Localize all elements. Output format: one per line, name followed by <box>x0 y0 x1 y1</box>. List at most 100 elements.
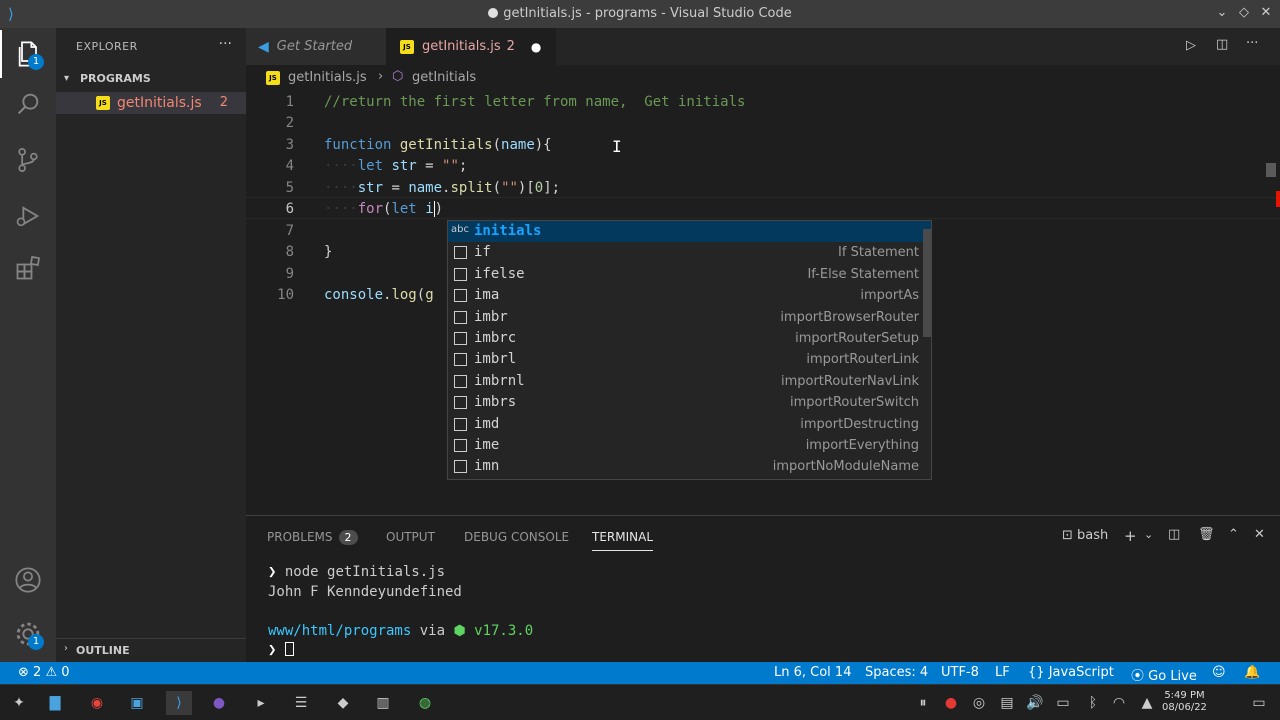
notifications-icon[interactable]: 🔔 <box>1244 665 1260 680</box>
suggestion-item[interactable]: ima importAs <box>448 285 931 306</box>
snippet-icon <box>454 310 467 324</box>
close-panel-icon[interactable]: ✕ <box>1254 527 1265 542</box>
explorer-activity[interactable]: 1 <box>0 30 56 78</box>
number: 0 <box>534 180 544 196</box>
show-desktop-icon[interactable]: ▭ <box>1246 691 1272 715</box>
tab-debug-console[interactable]: DEBUG CONSOLE <box>464 530 569 544</box>
code-line-3: function getInitials(name){ <box>324 137 552 153</box>
suggestion-item[interactable]: imbrc importRouterSetup <box>448 328 931 349</box>
new-terminal-icon[interactable]: + <box>1124 527 1137 545</box>
suggestion-item[interactable]: imd importDestructing <box>448 414 931 435</box>
unsaved-dot-icon <box>488 8 499 18</box>
more-actions-button[interactable]: ··· <box>219 36 232 52</box>
editor-more-icon[interactable]: ··· <box>1246 36 1258 51</box>
suggestion-item[interactable]: imn importNoModuleName <box>448 456 931 477</box>
file-item-getinitials[interactable]: JS getInitials.js 2 <box>56 92 246 114</box>
terminal-line-output: John F Kenndeyundefined <box>268 584 462 600</box>
js-file-icon: JS <box>400 39 414 54</box>
manage-activity[interactable]: 1 <box>0 610 56 658</box>
breadcrumb-file[interactable]: getInitials.js <box>288 70 367 85</box>
media-icon[interactable]: ▥ <box>370 691 396 715</box>
suggestion-detail: If-Else Statement <box>807 266 919 282</box>
programs-folder-header[interactable]: ▾ PROGRAMS <box>56 68 246 90</box>
suggestion-detail: importRouterSwitch <box>790 395 919 411</box>
suggestion-item[interactable]: imbr importBrowserRouter <box>448 307 931 328</box>
minimize-button[interactable]: ⌄ <box>1213 5 1231 23</box>
vscode-taskbar-icon[interactable]: ⟩ <box>166 691 192 715</box>
chevron-down-icon[interactable]: ⌄ <box>1144 528 1153 541</box>
encoding[interactable]: UTF-8 <box>941 665 979 680</box>
volume-icon[interactable]: 🔊 <box>1022 691 1048 715</box>
search-activity[interactable] <box>0 80 56 128</box>
shell-name: bash <box>1077 528 1109 543</box>
clipboard-icon[interactable]: ▤ <box>994 691 1020 715</box>
tab-problem-count: 2 <box>506 39 515 54</box>
indentation[interactable]: Spaces: 4 <box>865 665 928 680</box>
app-icon[interactable]: ◍ <box>412 691 438 715</box>
outline-section[interactable]: › OUTLINE <box>56 638 246 662</box>
battery-icon[interactable]: ▭ <box>1050 691 1076 715</box>
trash-icon[interactable]: 🗑 <box>1198 527 1215 542</box>
suggestion-scrollbar[interactable] <box>923 229 931 337</box>
window-title: getInitials.js - programs - Visual Studi… <box>0 6 1280 21</box>
suggestion-item[interactable]: abc initials <box>448 221 931 243</box>
tab-get-started[interactable]: ◀ Get Started <box>246 28 386 65</box>
suggestion-label: imbrnl <box>474 372 525 389</box>
suggestion-item[interactable]: ifelse If-Else Statement <box>448 264 931 285</box>
suggestion-item[interactable]: ime importEverything <box>448 435 931 456</box>
explorer-sidebar: EXPLORER ··· ▾ PROGRAMS JS getInitials.j… <box>56 28 246 662</box>
wifi-icon[interactable]: ◠ <box>1106 691 1132 715</box>
maximize-panel-icon[interactable]: ⌃ <box>1228 527 1239 542</box>
close-window-button[interactable]: ✕ <box>1257 5 1275 23</box>
recorder-icon[interactable]: ◆ <box>330 691 356 715</box>
terminal-taskbar-icon[interactable]: ▸ <box>248 691 274 715</box>
browser-icon[interactable]: ● <box>206 691 232 715</box>
tab-problems[interactable]: PROBLEMS 2 <box>267 530 358 545</box>
terminal-via: via <box>419 623 446 639</box>
unsaved-dot-icon[interactable]: ● <box>531 40 541 54</box>
run-debug-activity[interactable] <box>0 192 56 240</box>
app-launcher-icon[interactable]: ✦ <box>6 691 32 715</box>
window-title-text: getInitials.js - programs - Visual Studi… <box>503 6 792 21</box>
problems-status[interactable]: ⊗ 2 ⚠ 0 <box>18 665 70 680</box>
source-control-activity[interactable] <box>0 136 56 184</box>
breadcrumb-symbol[interactable]: getInitials <box>412 70 476 85</box>
accounts-activity[interactable] <box>0 556 56 604</box>
brace: } <box>324 244 333 260</box>
record-icon[interactable]: ● <box>938 691 964 715</box>
end-of-line[interactable]: LF <box>995 665 1010 680</box>
tab-output[interactable]: OUTPUT <box>386 530 435 544</box>
warning-icon: ⚠ <box>45 665 58 680</box>
tab-getinitials[interactable]: JS getInitials.js 2 ● <box>386 28 556 65</box>
suggestion-item[interactable]: imbrnl importRouterNavLink <box>448 371 931 392</box>
file-manager-icon[interactable]: ▇ <box>42 691 68 715</box>
terminal-cursor <box>284 642 294 656</box>
chrome-icon[interactable]: ◉ <box>84 691 110 715</box>
pause-icon[interactable]: ⏸ <box>910 691 936 715</box>
language-mode[interactable]: {} JavaScript <box>1028 665 1114 680</box>
scrollbar-thumb[interactable] <box>1266 163 1276 177</box>
tasks-icon[interactable]: ☰ <box>288 691 314 715</box>
tab-terminal[interactable]: TERMINAL <box>592 530 654 551</box>
run-file-icon[interactable]: ▷ <box>1186 38 1196 53</box>
clock[interactable]: 5:49 PM 08/06/22 <box>1162 690 1207 714</box>
maximize-button[interactable]: ◇ <box>1235 5 1253 23</box>
split-terminal-icon[interactable]: ◫ <box>1168 527 1180 542</box>
suggestion-item[interactable]: imbrl importRouterLink <box>448 349 931 370</box>
split-editor-icon[interactable]: ◫ <box>1216 37 1228 52</box>
terminal-shell-select[interactable]: ⊡ bash <box>1062 528 1108 543</box>
suggestion-item[interactable]: if If Statement <box>448 242 931 263</box>
screenshot-icon[interactable]: ◎ <box>966 691 992 715</box>
suggestion-item[interactable]: imbrs importRouterSwitch <box>448 392 931 413</box>
suggestion-label: imbrs <box>474 394 517 411</box>
suggestion-label: initials <box>474 223 542 239</box>
bluetooth-icon[interactable]: ᛒ <box>1080 691 1106 715</box>
feedback-icon[interactable]: ☺ <box>1212 665 1226 680</box>
terminal-line-prompt[interactable]: ❯ <box>268 642 294 658</box>
cursor-position[interactable]: Ln 6, Col 14 <box>774 665 851 680</box>
store-icon[interactable]: ▣ <box>124 691 150 715</box>
tray-up-icon[interactable]: ▲ <box>1134 691 1160 715</box>
suggestion-detail: importDestructing <box>800 416 919 432</box>
go-live-button[interactable]: ⦿ Go Live <box>1131 665 1197 684</box>
extensions-activity[interactable] <box>0 244 56 292</box>
